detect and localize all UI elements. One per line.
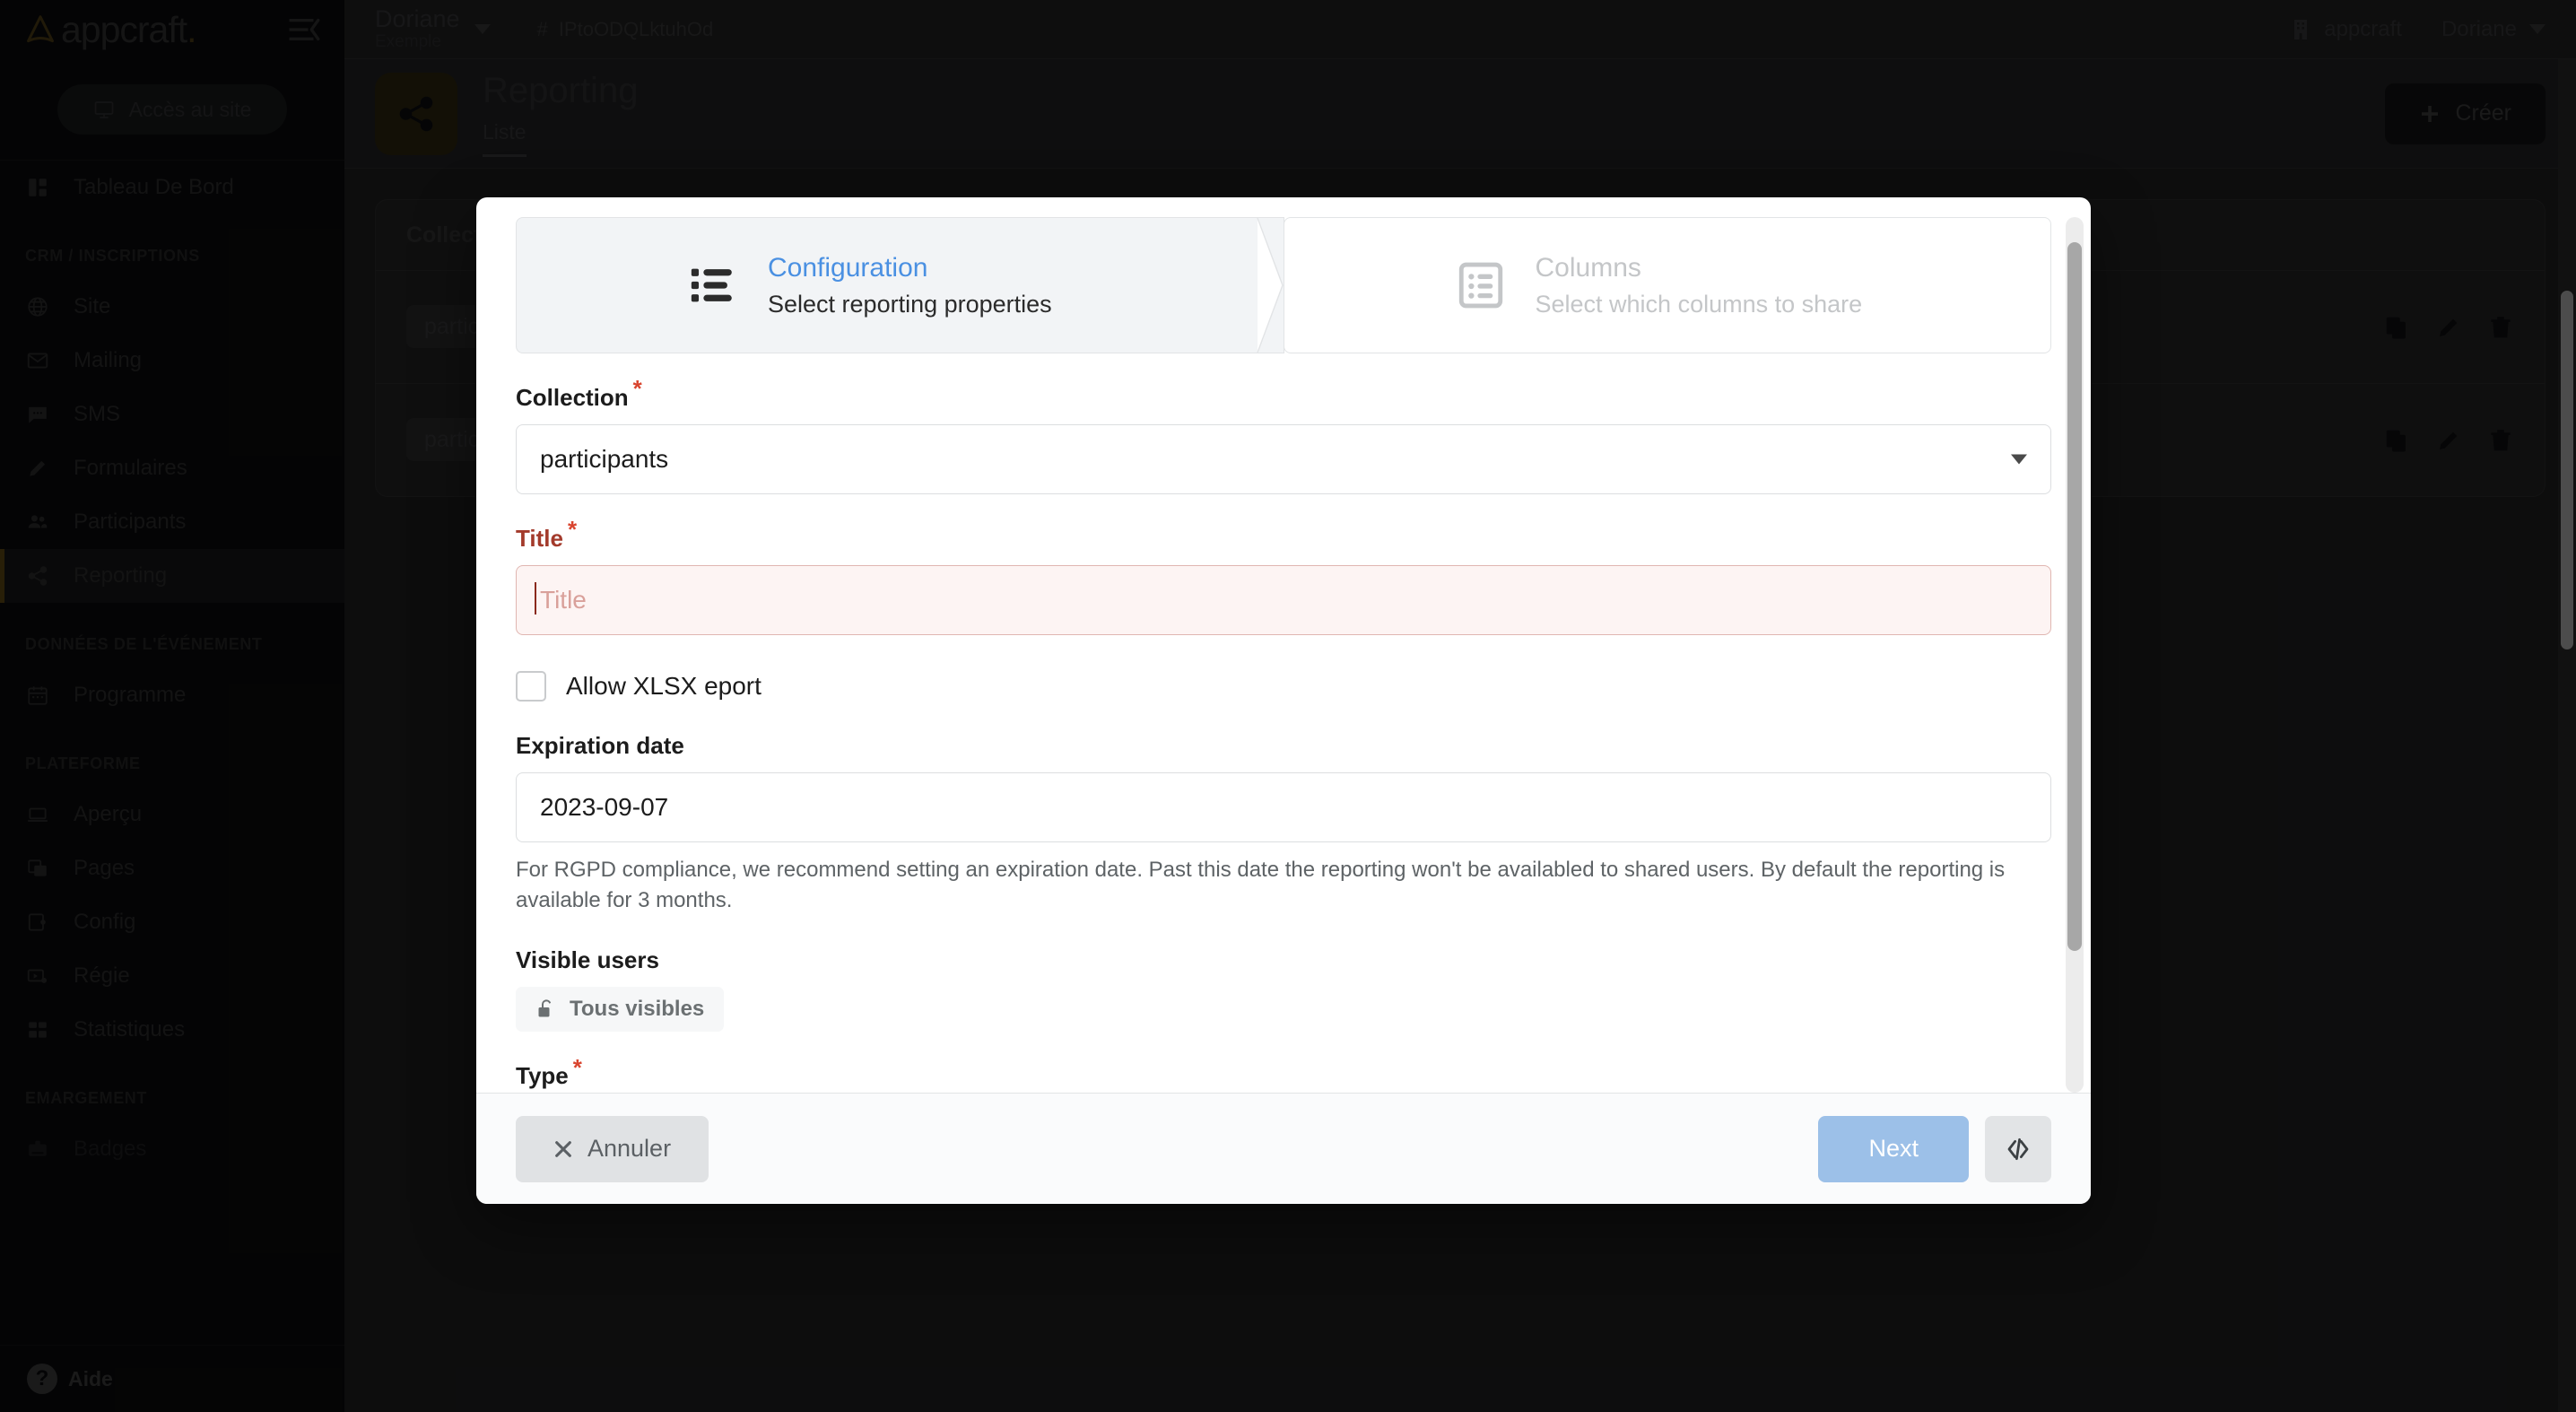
step-text-block: Configuration Select reporting propertie… [768, 248, 1052, 323]
title-field: Title* Title [516, 525, 2051, 635]
modal-stepper: Configuration Select reporting propertie… [516, 217, 2051, 353]
code-view-button[interactable] [1985, 1116, 2051, 1182]
modal-content: Configuration Select reporting propertie… [476, 217, 2091, 1093]
collection-field: Collection* participants [516, 384, 2051, 494]
cancel-button[interactable]: Annuler [516, 1116, 709, 1182]
type-field: Type* [516, 1062, 2051, 1093]
chevron-down-icon [2011, 455, 2027, 465]
modal-body: Configuration Select reporting propertie… [476, 197, 2091, 1093]
list-bullets-icon [687, 259, 739, 311]
list-document-icon [1455, 259, 1507, 311]
collection-value: participants [540, 445, 668, 474]
reporting-modal: Configuration Select reporting propertie… [476, 197, 2091, 1204]
visible-users-label: Visible users [516, 946, 2051, 974]
step-divider-chevron-icon [1258, 218, 1284, 353]
modal-footer: Annuler Next [476, 1093, 2091, 1204]
x-icon [553, 1139, 573, 1159]
step-title: Configuration [768, 248, 1052, 288]
required-marker: * [573, 1054, 582, 1081]
collection-select[interactable]: participants [516, 424, 2051, 494]
xlsx-checkbox[interactable] [516, 671, 546, 702]
title-placeholder: Title [540, 586, 587, 614]
step-subtitle: Select which columns to share [1536, 287, 1863, 322]
type-label: Type* [516, 1062, 2051, 1090]
step-configuration[interactable]: Configuration Select reporting propertie… [516, 217, 1284, 353]
required-marker: * [633, 375, 642, 402]
visible-users-tag[interactable]: Tous visibles [516, 987, 724, 1032]
expiration-value: 2023-09-07 [540, 793, 668, 822]
collection-label: Collection* [516, 384, 2051, 412]
unlock-icon [535, 998, 557, 1021]
step-columns[interactable]: Columns Select which columns to share [1284, 217, 2052, 353]
xlsx-label: Allow XLSX eport [566, 672, 761, 701]
next-label: Next [1868, 1135, 1919, 1163]
next-button[interactable]: Next [1818, 1116, 1969, 1182]
expiration-label: Expiration date [516, 732, 2051, 760]
step-title: Columns [1536, 248, 1863, 288]
cancel-label: Annuler [587, 1135, 671, 1163]
visible-users-tag-label: Tous visibles [570, 997, 704, 1022]
step-text-block: Columns Select which columns to share [1536, 248, 1863, 323]
app-root: appcraft. Accès au site [0, 0, 2576, 1412]
expiration-field: Expiration date 2023-09-07 For RGPD comp… [516, 732, 2051, 916]
code-icon [2004, 1135, 2032, 1164]
modal-scrollbar[interactable] [2066, 217, 2084, 1093]
title-input[interactable]: Title [516, 565, 2051, 635]
title-label: Title* [516, 525, 2051, 553]
required-marker: * [568, 516, 577, 543]
visible-users-field: Visible users Tous visibles [516, 946, 2051, 1032]
expiration-helper-text: For RGPD compliance, we recommend settin… [516, 855, 2051, 916]
xlsx-checkbox-row[interactable]: Allow XLSX eport [516, 671, 2051, 702]
modal-scrollbar-thumb[interactable] [2067, 242, 2082, 951]
expiration-input[interactable]: 2023-09-07 [516, 772, 2051, 842]
step-subtitle: Select reporting properties [768, 287, 1052, 322]
